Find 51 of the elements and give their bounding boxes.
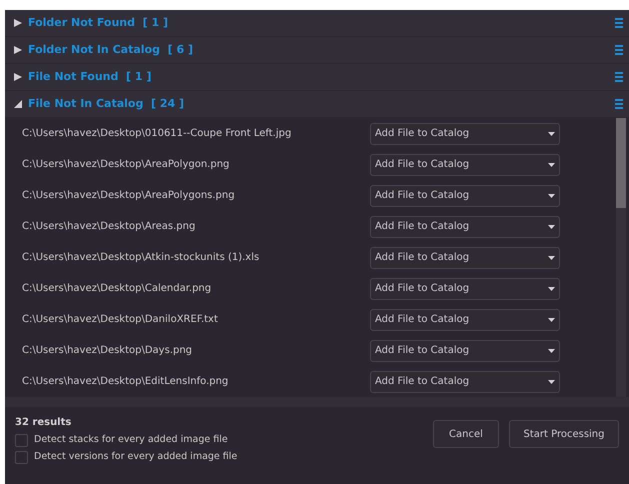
file-path: C:\Users\havez\Desktop\010611--Coupe Front Left.jpg	[22, 127, 292, 141]
section-title: Folder Not Found [ 1 ]	[28, 14, 170, 31]
expand-triangle-icon	[14, 73, 22, 81]
file-path: C:\Users\havez\Desktop\Atkin-stockunits (1).xls	[22, 251, 260, 265]
action-dropdown[interactable]: Add File to Catalog	[370, 154, 560, 176]
checkbox-label: Detect stacks for every added image file	[34, 433, 228, 447]
dropdown-caret-icon	[548, 194, 555, 198]
action-dropdown[interactable]: Add File to Catalog	[370, 246, 560, 268]
section-header[interactable]: Folder Not In Catalog [ 6 ]	[5, 37, 629, 63]
file-path: C:\Users\havez\Desktop\AreaPolygons.png	[22, 189, 236, 203]
action-dropdown[interactable]: Add File to Catalog	[370, 340, 560, 362]
action-dropdown[interactable]: Add File to Catalog	[370, 308, 560, 330]
section-title: Folder Not In Catalog [ 6 ]	[28, 42, 194, 58]
dropdown-caret-icon	[548, 256, 555, 260]
file-path: C:\Users\havez\Desktop\DaniloXREF.txt	[22, 313, 219, 327]
dropdown-caret-icon	[548, 162, 555, 166]
expand-triangle-icon	[14, 19, 22, 27]
expand-triangle-icon	[14, 46, 22, 54]
file-path: C:\Users\havez\Desktop\EditLensInfo.png	[22, 375, 230, 389]
dropdown-caret-icon	[548, 318, 555, 322]
start-processing-button[interactable]: Start Processing	[509, 420, 619, 448]
section-header[interactable]: File Not In Catalog [ 24 ]	[5, 91, 629, 117]
file-path: C:\Users\havez\Desktop\Days.png	[22, 344, 194, 358]
scrollbar-thumb[interactable]	[616, 118, 626, 208]
collapse-triangle-icon	[14, 100, 22, 108]
action-dropdown[interactable]: Add File to Catalog	[370, 278, 560, 300]
dropdown-caret-icon	[548, 380, 555, 384]
section-header[interactable]: File Not Found [ 1 ]	[5, 64, 629, 90]
results-count: 32 results	[15, 416, 72, 430]
file-path: C:\Users\havez\Desktop\Calendar.png	[22, 282, 212, 296]
checkbox-label: Detect versions for every added image file	[34, 450, 238, 464]
action-dropdown[interactable]: Add File to Catalog	[370, 122, 560, 144]
dropdown-caret-icon	[548, 286, 555, 290]
section-header[interactable]: Folder Not Found [ 1 ]	[5, 10, 629, 36]
dropdown-caret-icon	[548, 348, 555, 352]
menu-icon[interactable]	[615, 99, 623, 109]
action-dropdown[interactable]: Add File to Catalog	[370, 370, 560, 392]
file-path: C:\Users\havez\Desktop\AreaPolygon.png	[22, 158, 230, 172]
checkbox[interactable]	[15, 434, 28, 447]
dropdown-caret-icon	[548, 132, 555, 136]
menu-icon[interactable]	[615, 45, 623, 55]
dropdown-caret-icon	[548, 224, 555, 228]
section-title: File Not Found [ 1 ]	[28, 68, 152, 85]
menu-icon[interactable]	[615, 18, 623, 28]
cancel-button[interactable]: Cancel	[433, 420, 499, 448]
file-path: C:\Users\havez\Desktop\Areas.png	[22, 220, 196, 234]
checkbox[interactable]	[15, 450, 28, 464]
menu-icon[interactable]	[615, 72, 623, 82]
action-dropdown[interactable]: Add File to Catalog	[370, 216, 560, 238]
section-title: File Not In Catalog [ 24 ]	[28, 96, 186, 112]
action-dropdown[interactable]: Add File to Catalog	[370, 184, 560, 206]
